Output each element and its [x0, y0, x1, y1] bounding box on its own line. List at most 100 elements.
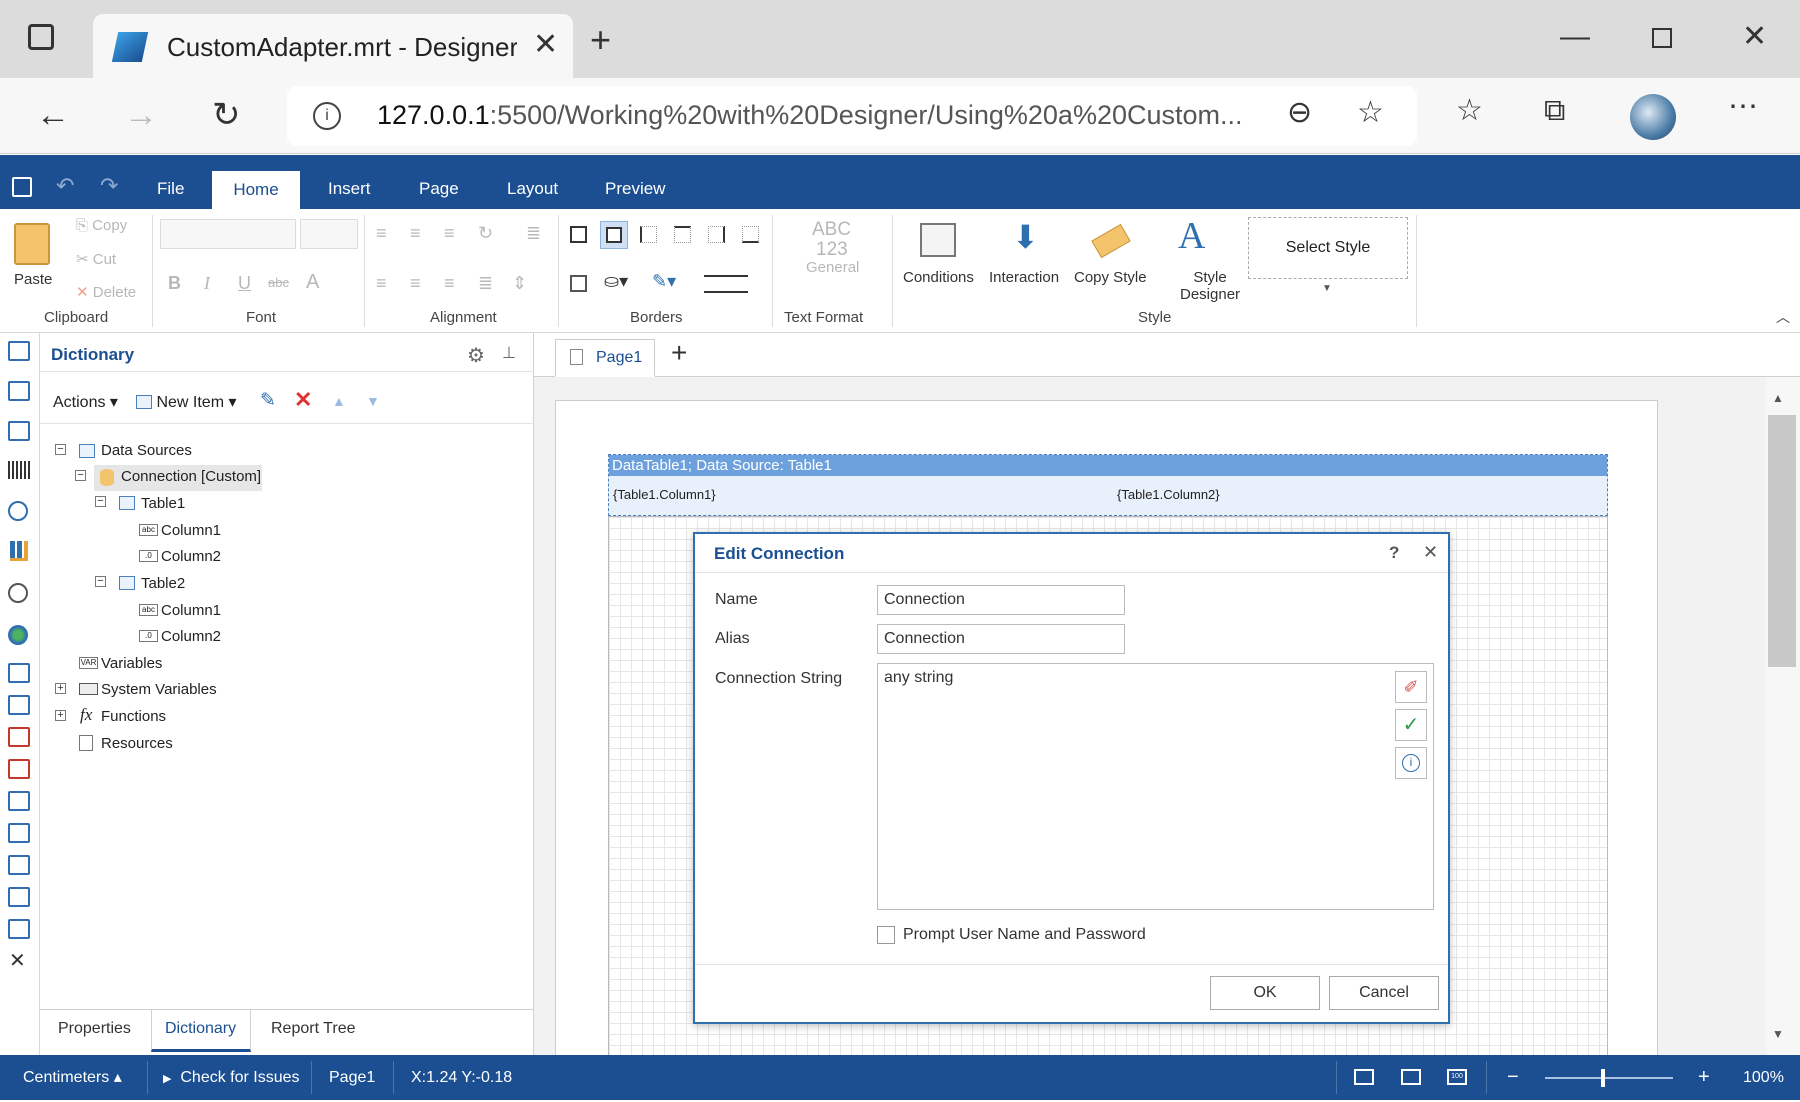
align-bottom-icon[interactable]: ≡ — [444, 223, 455, 244]
text-cell-column2[interactable]: {Table1.Column2} — [1117, 487, 1220, 502]
italic-icon[interactable]: I — [204, 273, 210, 294]
align-left-icon[interactable]: ≡ — [376, 273, 387, 294]
system-text-tool-icon[interactable] — [8, 759, 30, 779]
close-dialog-icon[interactable]: ✕ — [1423, 542, 1438, 563]
align-top-icon[interactable]: ≡ — [376, 223, 387, 244]
alias-input[interactable]: Connection — [877, 624, 1125, 654]
style-designer-button[interactable]: Style Designer — [1180, 269, 1240, 303]
all-borders-icon[interactable] — [570, 226, 587, 243]
settings-gear-icon[interactable]: ⚙ — [467, 343, 485, 368]
font-family-select[interactable] — [160, 219, 296, 249]
prompt-checkbox[interactable] — [877, 926, 895, 944]
tree-t2-column1[interactable]: Column1 — [161, 602, 221, 619]
scrollbar-thumb[interactable] — [1768, 415, 1796, 667]
text-in-cells-tool-icon[interactable] — [8, 727, 30, 747]
line-spacing-icon[interactable]: ⇕ — [512, 273, 527, 294]
help-icon[interactable]: ? — [1389, 543, 1399, 563]
panel-tool-icon[interactable] — [8, 791, 30, 811]
clear-icon[interactable]: ✐ — [1395, 671, 1427, 703]
actions-button[interactable]: Actions ▾ — [53, 392, 118, 412]
maximize-icon[interactable] — [1652, 28, 1672, 48]
border-color-icon[interactable]: ✎▾ — [652, 271, 676, 292]
data-band[interactable]: DataTable1; Data Source: Table1 {Table1.… — [608, 454, 1608, 516]
zoom-in-button[interactable]: + — [1698, 1055, 1710, 1100]
scroll-up-icon[interactable]: ▲ — [1772, 391, 1784, 405]
reload-icon[interactable]: ↻ — [212, 98, 241, 132]
band-tool-icon[interactable] — [8, 341, 30, 361]
close-tab-icon[interactable]: ✕ — [533, 30, 558, 60]
copy-style-button[interactable]: Copy Style — [1074, 269, 1147, 286]
url-field[interactable]: i 127.0.0.1:5500/Working%20with%20Design… — [287, 86, 1417, 146]
expand-toggle[interactable]: + — [55, 683, 66, 694]
units-dropdown[interactable]: Centimeters ▴ — [23, 1055, 122, 1100]
copy-button[interactable]: ⎘ Copy — [76, 217, 127, 234]
top-border-icon[interactable] — [674, 226, 691, 243]
tab-report-tree[interactable]: Report Tree — [271, 1020, 355, 1038]
tree-t2-column2[interactable]: Column2 — [161, 628, 221, 645]
bottom-border-icon[interactable] — [742, 226, 759, 243]
tab-dictionary[interactable]: Dictionary — [165, 1020, 236, 1038]
font-color-icon[interactable]: A — [306, 271, 319, 294]
align-middle-icon[interactable]: ≡ — [410, 223, 421, 244]
strikethrough-icon[interactable]: abc — [268, 275, 289, 290]
shapes-tool-icon[interactable] — [8, 501, 28, 521]
menu-layout[interactable]: Layout — [507, 155, 558, 209]
border-style-icon[interactable] — [704, 275, 748, 293]
connection-string-textarea[interactable]: any string — [877, 663, 1434, 910]
image-tool-icon[interactable] — [8, 919, 30, 939]
justify-icon[interactable]: ≣ — [478, 273, 493, 294]
word-wrap-icon[interactable]: ≣ — [526, 223, 541, 244]
rich-text-tool-icon[interactable] — [8, 695, 30, 715]
edit-icon[interactable]: ✎ — [260, 389, 276, 412]
tree-variables[interactable]: Variables — [101, 655, 162, 672]
browser-tab[interactable]: CustomAdapter.mrt - Designer [ ✕ — [93, 14, 573, 78]
collapse-ribbon-icon[interactable]: ︿ — [1776, 307, 1790, 327]
cross-band-tool-icon[interactable] — [8, 381, 30, 401]
tree-connection[interactable]: Connection [Custom] — [121, 468, 261, 485]
menu-page[interactable]: Page — [419, 155, 459, 209]
check-issues-button[interactable]: ▶ Check for Issues — [163, 1055, 300, 1102]
select-style-chevron-icon[interactable]: ▼ — [1322, 283, 1332, 294]
pin-icon[interactable]: ⊥ — [502, 343, 516, 363]
back-icon[interactable]: ← — [36, 98, 70, 132]
chart-tool-icon[interactable] — [10, 541, 28, 561]
text-cell-column1[interactable]: {Table1.Column1} — [613, 487, 716, 502]
right-border-icon[interactable] — [708, 226, 725, 243]
close-window-icon[interactable]: ✕ — [1742, 22, 1767, 52]
collapse-toggle[interactable]: − — [95, 496, 106, 507]
tree-table1[interactable]: Table1 — [141, 495, 185, 512]
paste-button[interactable]: Paste — [14, 271, 52, 288]
zoom-slider-thumb[interactable] — [1601, 1069, 1606, 1087]
new-item-button[interactable]: New Item ▾ — [136, 392, 237, 412]
delete-button[interactable]: ✕ Delete — [76, 283, 136, 301]
collapse-toggle[interactable]: − — [55, 444, 66, 455]
zoom-out-icon[interactable]: ⊖ — [1287, 98, 1312, 128]
gauge-tool-icon[interactable] — [8, 583, 28, 603]
test-connection-icon[interactable]: ✓ — [1395, 709, 1427, 741]
cancel-button[interactable]: Cancel — [1329, 976, 1439, 1010]
sub-report-tool-icon[interactable] — [8, 855, 30, 875]
align-right-icon[interactable]: ≡ — [444, 273, 455, 294]
underline-icon[interactable]: U — [238, 273, 251, 294]
select-style-box[interactable]: Select Style — [1248, 217, 1408, 279]
no-border-button[interactable] — [600, 221, 628, 249]
tools-icon[interactable]: ✕ — [9, 951, 26, 971]
tree-table2[interactable]: Table2 — [141, 575, 185, 592]
more-options-icon[interactable]: ⋯ — [1728, 92, 1758, 122]
actual-size-icon[interactable]: 100 — [1447, 1069, 1467, 1085]
tree-resources[interactable]: Resources — [101, 735, 173, 752]
rotate-icon[interactable]: ↻ — [478, 223, 493, 244]
barcode-tool-icon[interactable] — [8, 461, 30, 479]
delete-icon[interactable]: ✕ — [294, 387, 312, 413]
zoom-slider[interactable] — [1545, 1069, 1673, 1087]
text-tool-icon[interactable] — [8, 663, 30, 683]
align-center-icon[interactable]: ≡ — [410, 273, 421, 294]
add-page-icon[interactable]: + — [671, 339, 687, 367]
menu-insert[interactable]: Insert — [328, 155, 371, 209]
fit-page-icon[interactable] — [1401, 1069, 1421, 1085]
left-border-icon[interactable] — [640, 226, 657, 243]
interaction-button[interactable]: Interaction — [989, 269, 1059, 286]
menu-preview[interactable]: Preview — [605, 155, 665, 209]
undo-icon[interactable]: ↶ — [56, 173, 74, 199]
collections-icon[interactable]: ⧉ — [1544, 96, 1565, 126]
